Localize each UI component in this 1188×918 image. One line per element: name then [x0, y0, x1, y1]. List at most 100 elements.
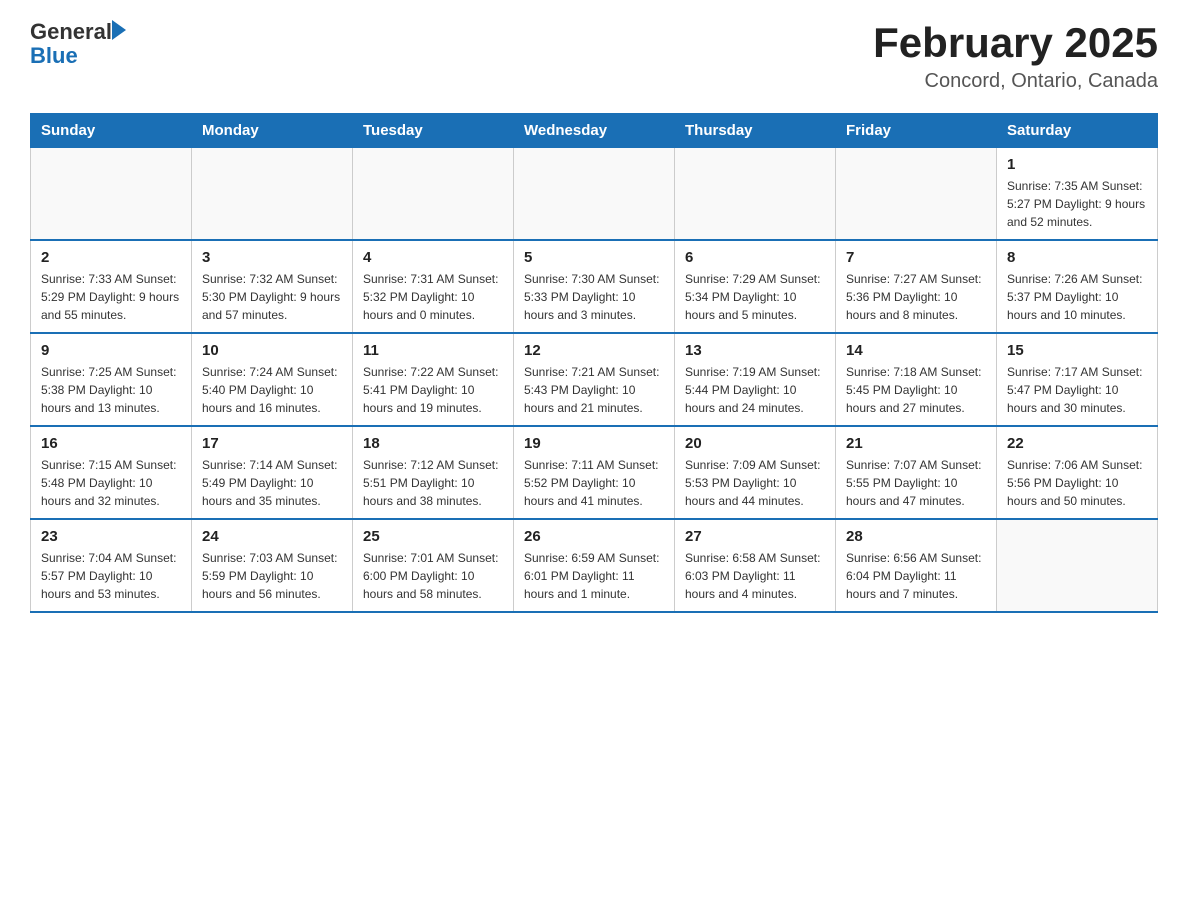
day-cell: 3 Sunrise: 7:32 AM Sunset: 5:30 PM Daylig…	[192, 240, 353, 333]
day-cell: 9 Sunrise: 7:25 AM Sunset: 5:38 PM Daylig…	[31, 333, 192, 426]
day-info: Sunrise: 7:17 AM Sunset: 5:47 PM Dayligh…	[1007, 363, 1147, 417]
day-info: Sunrise: 7:33 AM Sunset: 5:29 PM Dayligh…	[41, 270, 181, 324]
weekday-header-row: SundayMondayTuesdayWednesdayThursdayFrid…	[31, 114, 1158, 148]
page-header: General Blue February 2025 Concord, Onta…	[30, 20, 1158, 93]
weekday-header-wednesday: Wednesday	[514, 114, 675, 148]
day-number: 19	[524, 435, 664, 452]
day-info: Sunrise: 7:22 AM Sunset: 5:41 PM Dayligh…	[363, 363, 503, 417]
day-cell: 26 Sunrise: 6:59 AM Sunset: 6:01 PM Dayli…	[514, 519, 675, 612]
day-number: 23	[41, 528, 181, 545]
day-cell: 14Sunrise: 7:18 AM Sunset: 5:45 PM Dayli…	[836, 333, 997, 426]
day-cell: 24 Sunrise: 7:03 AM Sunset: 5:59 PM Dayli…	[192, 519, 353, 612]
day-info: Sunrise: 6:56 AM Sunset: 6:04 PM Dayligh…	[846, 549, 986, 603]
day-cell: 5Sunrise: 7:30 AM Sunset: 5:33 PM Daylig…	[514, 240, 675, 333]
calendar-subtitle: Concord, Ontario, Canada	[873, 70, 1158, 93]
day-number: 26	[524, 528, 664, 545]
day-cell: 16 Sunrise: 7:15 AM Sunset: 5:48 PM Dayli…	[31, 426, 192, 519]
day-number: 1	[1007, 156, 1147, 173]
week-row-1: 1 Sunrise: 7:35 AM Sunset: 5:27 PM Daylig…	[31, 148, 1158, 241]
day-number: 14	[846, 342, 986, 359]
day-cell: 22Sunrise: 7:06 AM Sunset: 5:56 PM Dayli…	[997, 426, 1158, 519]
day-cell: 18Sunrise: 7:12 AM Sunset: 5:51 PM Dayli…	[353, 426, 514, 519]
day-info: Sunrise: 7:09 AM Sunset: 5:53 PM Dayligh…	[685, 456, 825, 510]
day-info: Sunrise: 7:31 AM Sunset: 5:32 PM Dayligh…	[363, 270, 503, 324]
weekday-header-thursday: Thursday	[675, 114, 836, 148]
day-info: Sunrise: 7:25 AM Sunset: 5:38 PM Dayligh…	[41, 363, 181, 417]
day-info: Sunrise: 7:27 AM Sunset: 5:36 PM Dayligh…	[846, 270, 986, 324]
day-cell: 19 Sunrise: 7:11 AM Sunset: 5:52 PM Dayli…	[514, 426, 675, 519]
day-cell: 23 Sunrise: 7:04 AM Sunset: 5:57 PM Dayli…	[31, 519, 192, 612]
day-info: Sunrise: 7:11 AM Sunset: 5:52 PM Dayligh…	[524, 456, 664, 510]
day-info: Sunrise: 7:04 AM Sunset: 5:57 PM Dayligh…	[41, 549, 181, 603]
day-number: 9	[41, 342, 181, 359]
day-number: 15	[1007, 342, 1147, 359]
day-info: Sunrise: 7:30 AM Sunset: 5:33 PM Dayligh…	[524, 270, 664, 324]
day-cell	[675, 148, 836, 241]
weekday-header-monday: Monday	[192, 114, 353, 148]
day-info: Sunrise: 7:32 AM Sunset: 5:30 PM Dayligh…	[202, 270, 342, 324]
weekday-header-friday: Friday	[836, 114, 997, 148]
week-row-3: 9 Sunrise: 7:25 AM Sunset: 5:38 PM Daylig…	[31, 333, 1158, 426]
day-number: 2	[41, 249, 181, 266]
weekday-header-saturday: Saturday	[997, 114, 1158, 148]
logo-general-text: General	[30, 20, 112, 44]
day-number: 13	[685, 342, 825, 359]
day-number: 21	[846, 435, 986, 452]
calendar-header: SundayMondayTuesdayWednesdayThursdayFrid…	[31, 114, 1158, 148]
day-info: Sunrise: 7:15 AM Sunset: 5:48 PM Dayligh…	[41, 456, 181, 510]
day-cell: 4 Sunrise: 7:31 AM Sunset: 5:32 PM Daylig…	[353, 240, 514, 333]
day-cell	[31, 148, 192, 241]
week-row-2: 2 Sunrise: 7:33 AM Sunset: 5:29 PM Daylig…	[31, 240, 1158, 333]
day-info: Sunrise: 7:29 AM Sunset: 5:34 PM Dayligh…	[685, 270, 825, 324]
calendar-title: February 2025	[873, 20, 1158, 66]
day-info: Sunrise: 7:21 AM Sunset: 5:43 PM Dayligh…	[524, 363, 664, 417]
day-info: Sunrise: 7:35 AM Sunset: 5:27 PM Dayligh…	[1007, 177, 1147, 231]
day-cell: 7 Sunrise: 7:27 AM Sunset: 5:36 PM Daylig…	[836, 240, 997, 333]
day-number: 12	[524, 342, 664, 359]
day-info: Sunrise: 7:07 AM Sunset: 5:55 PM Dayligh…	[846, 456, 986, 510]
day-cell: 20 Sunrise: 7:09 AM Sunset: 5:53 PM Dayli…	[675, 426, 836, 519]
day-number: 6	[685, 249, 825, 266]
day-number: 20	[685, 435, 825, 452]
day-cell: 2 Sunrise: 7:33 AM Sunset: 5:29 PM Daylig…	[31, 240, 192, 333]
day-info: Sunrise: 6:58 AM Sunset: 6:03 PM Dayligh…	[685, 549, 825, 603]
day-number: 7	[846, 249, 986, 266]
day-cell: 25Sunrise: 7:01 AM Sunset: 6:00 PM Dayli…	[353, 519, 514, 612]
day-info: Sunrise: 7:14 AM Sunset: 5:49 PM Dayligh…	[202, 456, 342, 510]
calendar-table: SundayMondayTuesdayWednesdayThursdayFrid…	[30, 113, 1158, 613]
day-cell: 8 Sunrise: 7:26 AM Sunset: 5:37 PM Daylig…	[997, 240, 1158, 333]
day-cell: 12 Sunrise: 7:21 AM Sunset: 5:43 PM Dayli…	[514, 333, 675, 426]
day-cell: 17 Sunrise: 7:14 AM Sunset: 5:49 PM Dayli…	[192, 426, 353, 519]
day-info: Sunrise: 7:12 AM Sunset: 5:51 PM Dayligh…	[363, 456, 503, 510]
day-info: Sunrise: 7:19 AM Sunset: 5:44 PM Dayligh…	[685, 363, 825, 417]
day-number: 11	[363, 342, 503, 359]
day-info: Sunrise: 7:03 AM Sunset: 5:59 PM Dayligh…	[202, 549, 342, 603]
day-number: 8	[1007, 249, 1147, 266]
day-cell: 28Sunrise: 6:56 AM Sunset: 6:04 PM Dayli…	[836, 519, 997, 612]
day-number: 16	[41, 435, 181, 452]
day-cell: 10Sunrise: 7:24 AM Sunset: 5:40 PM Dayli…	[192, 333, 353, 426]
day-cell	[836, 148, 997, 241]
day-number: 3	[202, 249, 342, 266]
day-cell: 1 Sunrise: 7:35 AM Sunset: 5:27 PM Daylig…	[997, 148, 1158, 241]
day-cell	[353, 148, 514, 241]
day-cell: 15 Sunrise: 7:17 AM Sunset: 5:47 PM Dayli…	[997, 333, 1158, 426]
day-cell: 27 Sunrise: 6:58 AM Sunset: 6:03 PM Dayli…	[675, 519, 836, 612]
day-number: 4	[363, 249, 503, 266]
day-number: 17	[202, 435, 342, 452]
day-info: Sunrise: 6:59 AM Sunset: 6:01 PM Dayligh…	[524, 549, 664, 603]
day-cell	[192, 148, 353, 241]
day-info: Sunrise: 7:06 AM Sunset: 5:56 PM Dayligh…	[1007, 456, 1147, 510]
week-row-5: 23 Sunrise: 7:04 AM Sunset: 5:57 PM Dayli…	[31, 519, 1158, 612]
calendar-body: 1 Sunrise: 7:35 AM Sunset: 5:27 PM Daylig…	[31, 148, 1158, 613]
title-block: February 2025 Concord, Ontario, Canada	[873, 20, 1158, 93]
day-number: 24	[202, 528, 342, 545]
day-cell	[997, 519, 1158, 612]
weekday-header-sunday: Sunday	[31, 114, 192, 148]
day-cell	[514, 148, 675, 241]
day-info: Sunrise: 7:26 AM Sunset: 5:37 PM Dayligh…	[1007, 270, 1147, 324]
week-row-4: 16 Sunrise: 7:15 AM Sunset: 5:48 PM Dayli…	[31, 426, 1158, 519]
day-number: 10	[202, 342, 342, 359]
day-cell: 6 Sunrise: 7:29 AM Sunset: 5:34 PM Daylig…	[675, 240, 836, 333]
day-number: 27	[685, 528, 825, 545]
